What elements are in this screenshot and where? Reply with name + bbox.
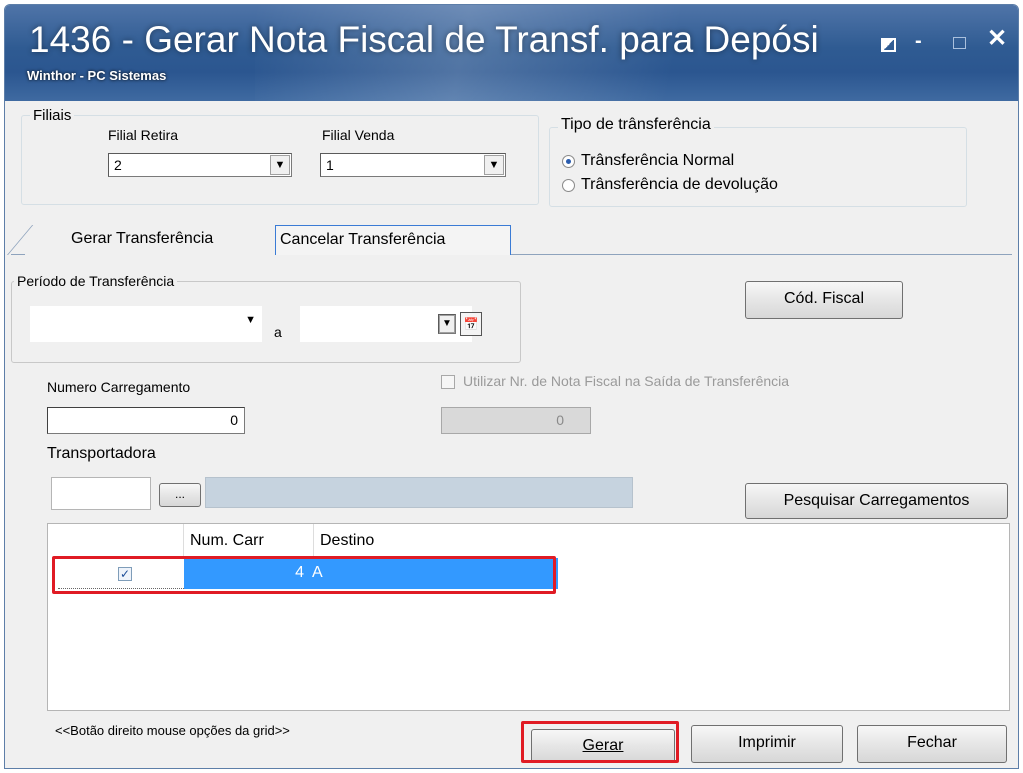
restore-icon[interactable] [881,38,896,52]
radio-normal-label: Trânsferência Normal [581,152,735,169]
radio-selected-icon[interactable] [562,154,575,168]
grid-header: Num. Carr Destino [48,524,1009,557]
tipo-transferencia-group: Tipo de trânsferência Trânsferência Norm… [549,116,967,207]
periodo-separator: a [274,324,282,340]
chevron-down-icon[interactable]: ▼ [270,155,290,175]
filial-venda-label: Filial Venda [322,127,395,143]
numero-carregamento-input[interactable]: 0 [47,407,245,434]
tipo-transferencia-legend: Tipo de trânsferência [558,116,714,134]
maximize-icon[interactable] [953,37,966,49]
chevron-down-icon[interactable]: ▼ [439,315,455,333]
utilizar-nota-label: Utilizar Nr. de Nota Fiscal na Saída de … [463,373,790,389]
window-title: 1436 - Gerar Nota Fiscal de Transf. para… [29,19,819,60]
filial-retira-value: 2 [114,157,122,173]
periodo-group: Período de Transferência ▼ a ▼ 📅 [11,273,521,363]
periodo-start-date[interactable]: ▼ [30,306,262,342]
highlight-row-box [52,556,556,594]
minimize-icon[interactable]: - [915,31,922,51]
highlight-gerar-box [521,721,679,763]
filial-retira-select[interactable]: 2 ▼ [108,153,292,177]
window-content: Filiais Filial Retira 2 ▼ Filial Venda 1… [11,101,1012,767]
cod-fiscal-button[interactable]: Cód. Fiscal [745,281,903,319]
radio-transferencia-devolucao[interactable]: Trânsferência de devolução [562,176,778,194]
radio-devolucao-label: Trânsferência de devolução [581,176,778,193]
transportadora-name-input [205,477,633,508]
imprimir-button[interactable]: Imprimir [691,725,843,763]
fechar-label: Fechar [907,734,957,751]
filial-venda-select[interactable]: 1 ▼ [320,153,506,177]
tab-bar: Gerar Transferência Cancelar Transferênc… [11,223,1012,255]
transportadora-search-button[interactable]: ... [159,483,201,507]
radio-unselected-icon[interactable] [562,178,575,192]
pesquisar-carregamentos-button[interactable]: Pesquisar Carregamentos [745,483,1008,519]
transportadora-code-input[interactable] [51,477,151,510]
tab-gerar-label: Gerar Transferência [71,230,214,247]
chevron-down-icon[interactable]: ▼ [484,155,504,175]
transportadora-label: Transportadora [47,445,156,462]
radio-transferencia-normal[interactable]: Trânsferência Normal [562,152,734,170]
grid-header-destino[interactable]: Destino [314,524,558,557]
grid-header-num-carr[interactable]: Num. Carr [184,524,314,557]
utilizar-nota-checkbox[interactable] [441,375,455,389]
grid-header-check [48,524,184,557]
grid-hint: <<Botão direito mouse opções da grid>> [55,723,290,738]
app-window: 1436 - Gerar Nota Fiscal de Transf. para… [4,4,1019,769]
nota-saida-input: 0 [441,407,591,434]
chevron-down-icon[interactable]: ▼ [245,314,256,326]
imprimir-label: Imprimir [738,734,796,751]
filiais-legend: Filiais [30,107,75,124]
tab-cancelar-transferencia[interactable]: Cancelar Transferência [275,225,511,255]
carregamentos-grid[interactable]: Num. Carr Destino ✓ 4 A [47,523,1010,711]
numero-carregamento-label: Numero Carregamento [47,379,191,395]
close-icon[interactable]: ✕ [987,27,1007,51]
tab-gerar-transferencia[interactable]: Gerar Transferência [25,225,279,255]
title-bar: 1436 - Gerar Nota Fiscal de Transf. para… [5,5,1018,101]
calendar-icon[interactable]: 📅 [460,312,482,336]
periodo-end-dropdown[interactable]: ▼ [438,314,456,334]
tab-cancelar-label: Cancelar Transferência [280,231,446,248]
filial-venda-value: 1 [326,157,334,173]
periodo-legend: Período de Transferência [14,273,178,289]
filial-retira-label: Filial Retira [108,127,179,143]
window-subtitle: Winthor - PC Sistemas [27,68,167,83]
filiais-group: Filiais Filial Retira 2 ▼ Filial Venda 1… [21,107,539,205]
fechar-button[interactable]: Fechar [857,725,1007,763]
